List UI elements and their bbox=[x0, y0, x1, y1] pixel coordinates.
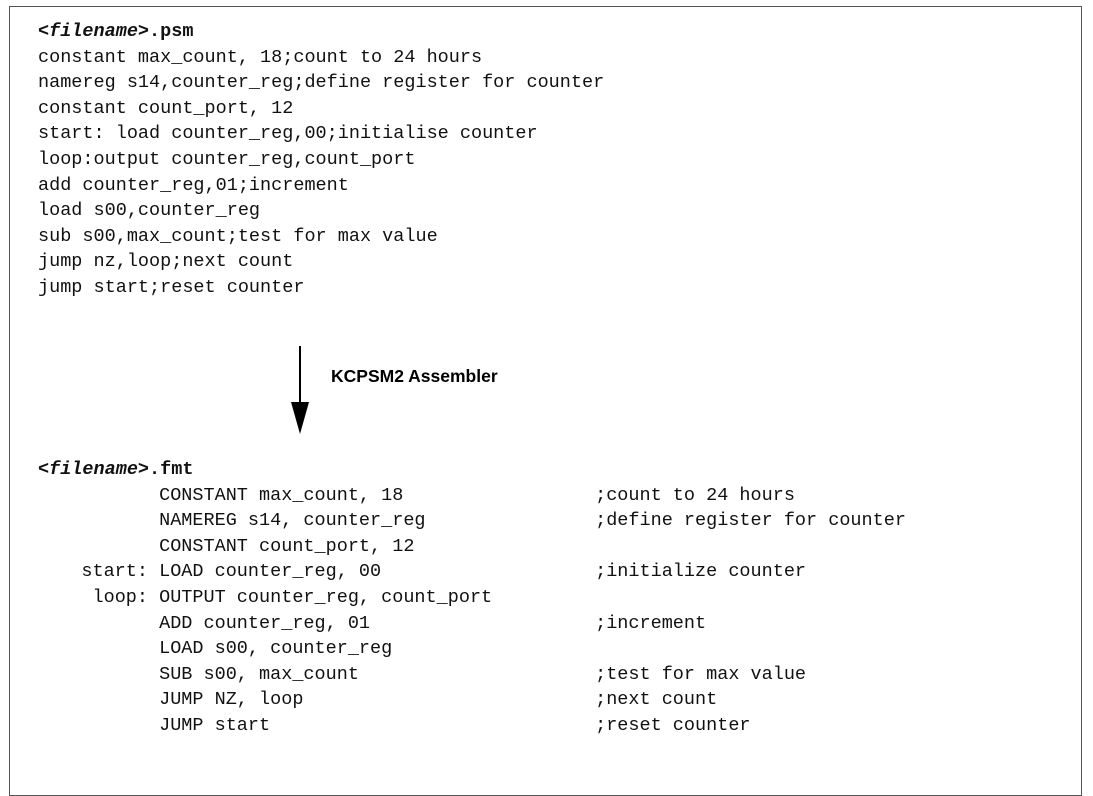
fmt-line-instruction: LOAD s00, counter_reg bbox=[159, 638, 393, 660]
fmt-line-label bbox=[38, 636, 148, 662]
fmt-filename: <filename>.fmt bbox=[38, 457, 906, 483]
fmt-line-label bbox=[38, 508, 148, 534]
psm-code-line: constant count_port, 12 bbox=[38, 97, 294, 119]
psm-code-line: constant max_count, 18;count to 24 hours bbox=[38, 46, 483, 68]
fmt-code-line: NAMEREG s14, counter_reg ;define register… bbox=[38, 508, 906, 534]
fmt-line-label bbox=[38, 713, 148, 739]
fmt-line-instruction: OUTPUT counter_reg, count_port bbox=[159, 586, 493, 608]
fmt-line-instruction: LOAD counter_reg, 00 bbox=[159, 561, 382, 583]
fmt-line-comment: ;increment bbox=[595, 612, 707, 634]
assembler-label: KCPSM2 Assembler bbox=[331, 366, 498, 386]
fmt-output-block: <filename>.fmt CONSTANT max_count, 18 ;co… bbox=[38, 457, 906, 739]
fmt-code-line: CONSTANT count_port, 12 bbox=[38, 534, 906, 560]
fmt-line-label: start: bbox=[81, 561, 148, 583]
fmt-code-line: ADD counter_reg, 01 ;increment bbox=[38, 611, 906, 637]
fmt-line-label: loop: bbox=[92, 586, 148, 608]
fmt-code-line: SUB s00, max_count ;test for max value bbox=[38, 662, 906, 688]
fmt-line-label bbox=[38, 662, 148, 688]
psm-code-line: load s00,counter_reg bbox=[38, 200, 261, 222]
fmt-code-lines: CONSTANT max_count, 18 ;count to 24 hours… bbox=[38, 483, 906, 739]
arrow-shaft bbox=[299, 346, 301, 402]
fmt-line-instruction: CONSTANT max_count, 18 bbox=[159, 484, 404, 506]
fmt-line-comment: ;initialize counter bbox=[595, 561, 807, 583]
fmt-line-label bbox=[38, 534, 148, 560]
fmt-code-line: JUMP start ;reset counter bbox=[38, 713, 906, 739]
psm-code-line: jump nz,loop;next count bbox=[38, 251, 294, 273]
fmt-code-line: JUMP NZ, loop ;next count bbox=[38, 687, 906, 713]
fmt-line-instruction: JUMP start bbox=[159, 714, 271, 736]
fmt-code-line: start: LOAD counter_reg, 00 ;initialize co… bbox=[38, 559, 906, 585]
fmt-code-line: LOAD s00, counter_reg bbox=[38, 636, 906, 662]
psm-code-line: jump start;reset counter bbox=[38, 276, 305, 298]
fmt-line-label bbox=[38, 483, 148, 509]
psm-source-block: <filename>.psm constant max_count, 18;co… bbox=[38, 19, 604, 301]
psm-code-line: namereg s14,counter_reg;define register … bbox=[38, 72, 605, 94]
psm-code-line: add counter_reg,01;increment bbox=[38, 174, 349, 196]
fmt-line-label bbox=[38, 687, 148, 713]
psm-code-line: start: load counter_reg,00;initialise co… bbox=[38, 123, 538, 145]
fmt-line-instruction: NAMEREG s14, counter_reg bbox=[159, 510, 426, 532]
psm-code-lines: constant max_count, 18;count to 24 hours… bbox=[38, 45, 604, 301]
psm-code-line: sub s00,max_count;test for max value bbox=[38, 225, 438, 247]
assembler-arrow bbox=[289, 346, 313, 436]
fmt-line-instruction: CONSTANT count_port, 12 bbox=[159, 535, 415, 557]
fmt-code-line: CONSTANT max_count, 18 ;count to 24 hours bbox=[38, 483, 906, 509]
fmt-extension: .fmt bbox=[149, 459, 194, 480]
fmt-code-line: loop: OUTPUT counter_reg, count_port bbox=[38, 585, 906, 611]
fmt-filename-placeholder: <filename> bbox=[38, 459, 150, 480]
psm-code-line: loop:output counter_reg,count_port bbox=[38, 148, 416, 170]
fmt-line-comment: ;test for max value bbox=[595, 663, 807, 685]
fmt-line-comment: ;reset counter bbox=[595, 714, 751, 736]
fmt-line-instruction: SUB s00, max_count bbox=[159, 663, 359, 685]
psm-filename-placeholder: <filename> bbox=[38, 21, 150, 42]
fmt-line-instruction: ADD counter_reg, 01 bbox=[159, 612, 371, 634]
fmt-line-instruction: JUMP NZ, loop bbox=[159, 689, 304, 711]
fmt-line-label bbox=[38, 611, 148, 637]
arrow-down-icon bbox=[291, 402, 309, 434]
psm-filename: <filename>.psm bbox=[38, 19, 604, 45]
fmt-line-comment: ;count to 24 hours bbox=[595, 484, 795, 506]
psm-extension: .psm bbox=[149, 21, 194, 42]
fmt-line-comment: ;next count bbox=[595, 689, 718, 711]
fmt-line-comment: ;define register for counter bbox=[595, 510, 906, 532]
